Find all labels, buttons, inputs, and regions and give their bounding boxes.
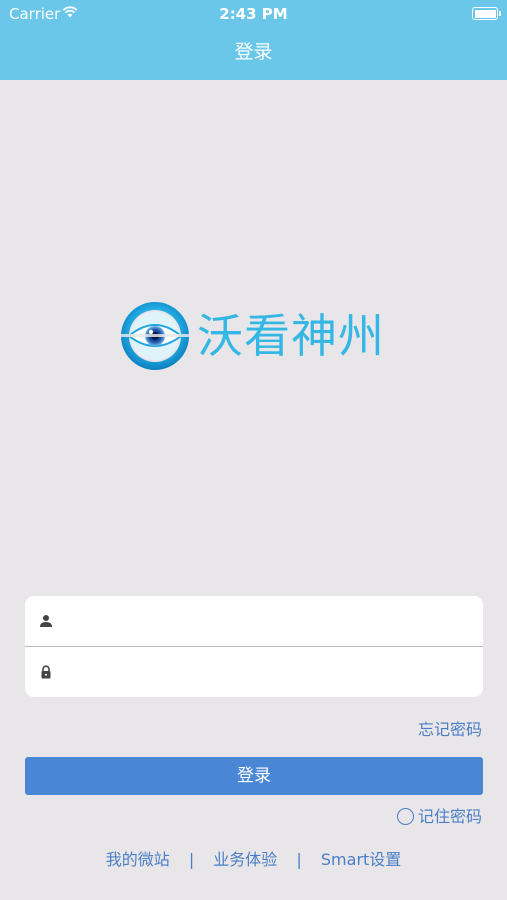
eye-logo-icon <box>121 302 189 370</box>
battery-icon <box>472 7 501 20</box>
password-input[interactable] <box>65 655 474 691</box>
forgot-password-link[interactable]: 忘记密码 <box>418 716 482 740</box>
navigation-bar: 登录 <box>0 28 507 80</box>
password-row <box>25 647 483 697</box>
user-icon <box>40 615 52 627</box>
footer-separator: | <box>296 850 302 869</box>
clock: 2:43 PM <box>219 5 288 23</box>
battery-fill <box>474 9 496 18</box>
radio-circle-icon[interactable] <box>396 808 414 825</box>
footer-link-business-trial[interactable]: 业务体验 <box>213 850 277 869</box>
login-button[interactable]: 登录 <box>25 757 483 795</box>
footer-link-smart-settings[interactable]: Smart设置 <box>321 850 401 869</box>
page-title: 登录 <box>234 41 273 63</box>
login-form <box>25 596 483 697</box>
footer-link-micro-site[interactable]: 我的微站 <box>106 850 170 869</box>
remember-password-checkbox[interactable]: 记住密码 <box>396 806 482 828</box>
username-row <box>25 596 483 646</box>
footer-separator: | <box>188 850 195 869</box>
footer-links: 我的微站 | 业务体验 | Smart设置 <box>0 846 507 870</box>
lock-icon <box>41 665 51 679</box>
username-input[interactable] <box>65 604 474 640</box>
logo-text: 沃看神州 <box>197 309 385 363</box>
app-logo: 沃看神州 <box>119 300 394 374</box>
status-bar: Carrier 2:43 PM <box>0 0 507 28</box>
